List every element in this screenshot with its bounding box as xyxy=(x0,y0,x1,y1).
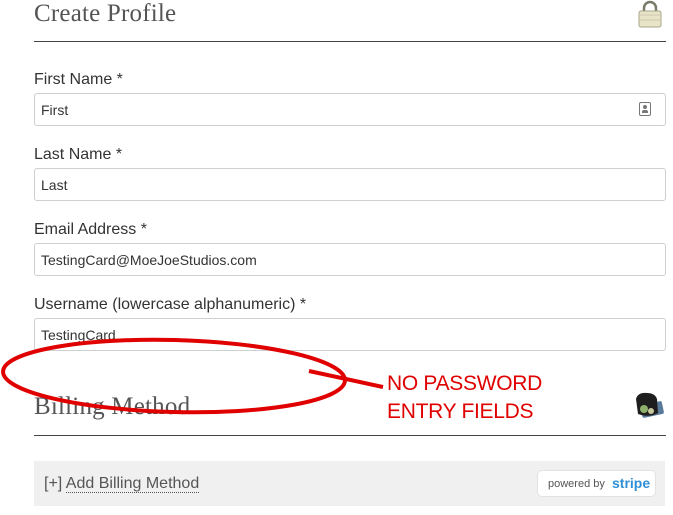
last-name-input[interactable] xyxy=(35,169,621,200)
stripe-logo: stripe xyxy=(612,475,651,491)
add-billing-method-link[interactable]: [+] Add Billing Method xyxy=(44,475,200,493)
first-name-field[interactable] xyxy=(34,93,666,126)
billing-method-bar: [+] Add Billing Method powered by stripe xyxy=(34,461,665,506)
email-input[interactable] xyxy=(35,244,621,275)
username-label: Username (lowercase alphanumeric) * xyxy=(34,296,307,313)
username-input[interactable] xyxy=(35,319,621,350)
annotation-line-2: ENTRY FIELDS xyxy=(387,400,534,423)
billing-method-title: Billing Method xyxy=(34,393,191,420)
email-label: Email Address * xyxy=(34,221,147,238)
last-name-field[interactable] xyxy=(34,168,666,201)
add-billing-method-label: Add Billing Method xyxy=(65,475,200,493)
powered-by-text: powered by xyxy=(548,478,605,490)
stripe-badge: powered by stripe xyxy=(537,470,656,497)
last-name-label: Last Name * xyxy=(34,146,123,163)
add-prefix: [+] xyxy=(44,475,63,492)
email-field[interactable] xyxy=(34,243,666,276)
section-divider xyxy=(34,41,666,42)
create-profile-title: Create Profile xyxy=(34,0,177,27)
username-field[interactable] xyxy=(34,318,666,351)
first-name-input[interactable] xyxy=(35,94,621,125)
annotation-pointer-line xyxy=(308,369,384,389)
first-name-label: First Name * xyxy=(34,71,123,88)
padlock-icon xyxy=(638,0,662,28)
billing-divider xyxy=(34,435,666,436)
contact-card-icon[interactable] xyxy=(639,102,651,116)
annotation-line-1: NO PASSWORD xyxy=(387,372,542,395)
wallet-icon xyxy=(636,392,664,418)
